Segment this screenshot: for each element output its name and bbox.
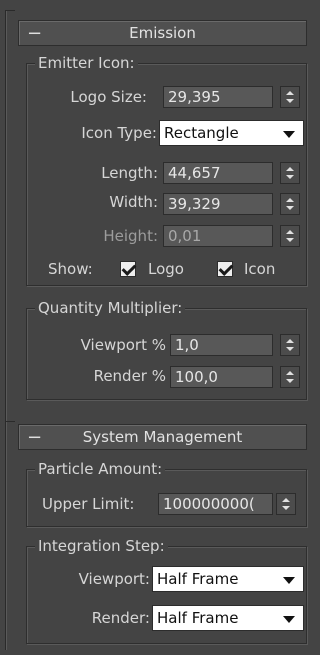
chevron-down-icon [283, 616, 295, 623]
group-legend: Particle Amount: [35, 460, 166, 478]
spin-down-icon [286, 379, 294, 383]
viewport-percent-field[interactable]: 1,0 [170, 334, 273, 356]
spin-down-icon [286, 99, 294, 103]
height-label: Height: [103, 227, 158, 245]
logo-size-field[interactable]: 29,395 [163, 86, 273, 108]
viewport-percent-spinner[interactable] [280, 334, 300, 356]
upper-limit-label: Upper Limit: [42, 495, 135, 513]
render-percent-field[interactable]: 100,0 [170, 366, 273, 388]
dropdown-value: Rectangle [164, 124, 239, 142]
height-spinner[interactable] [280, 225, 300, 247]
spin-up-icon [286, 230, 294, 234]
spin-up-icon [286, 339, 294, 343]
chevron-down-icon [283, 131, 295, 138]
dropdown-value: Half Frame [157, 570, 239, 588]
panel-notch [5, 421, 15, 422]
height-field[interactable]: 0,01 [163, 225, 273, 247]
spin-up-icon [282, 498, 290, 502]
group-legend: Emitter Icon: [35, 54, 138, 72]
group-legend: Integration Step: [35, 537, 168, 555]
length-field[interactable]: 44,657 [163, 162, 273, 184]
show-logo-label: Logo [148, 260, 184, 278]
spin-up-icon [286, 91, 294, 95]
group-legend: Quantity Multiplier: [35, 299, 186, 317]
upper-limit-spinner[interactable] [276, 493, 296, 515]
chevron-down-icon [283, 577, 295, 584]
viewport-step-dropdown[interactable]: Half Frame [152, 566, 304, 592]
spin-up-icon [286, 198, 294, 202]
render-label: Render: [91, 609, 150, 627]
length-spinner[interactable] [280, 162, 300, 184]
emission-rollout-header[interactable]: − Emission [18, 20, 307, 46]
length-label: Length: [101, 164, 158, 182]
logo-size-label: Logo Size: [70, 88, 147, 106]
upper-limit-field[interactable]: 100000000( [158, 493, 273, 515]
icon-type-dropdown[interactable]: Rectangle [159, 120, 304, 146]
width-label: Width: [109, 193, 158, 211]
show-icon-checkbox[interactable] [217, 261, 234, 277]
spin-down-icon [282, 506, 290, 510]
render-percent-spinner[interactable] [280, 366, 300, 388]
spin-down-icon [286, 206, 294, 210]
show-logo-checkbox[interactable] [120, 261, 137, 277]
icon-type-label: Icon Type: [81, 124, 157, 142]
checkmark-icon [121, 261, 137, 276]
spin-down-icon [286, 347, 294, 351]
checkmark-icon [218, 261, 234, 276]
panel-notch [5, 10, 15, 11]
dropdown-value: Half Frame [157, 609, 239, 627]
rollout-title: Emission [129, 24, 196, 42]
spin-down-icon [286, 238, 294, 242]
viewport-label: Viewport: [78, 570, 150, 588]
show-icon-label: Icon [244, 260, 276, 278]
spin-up-icon [286, 167, 294, 171]
width-field[interactable]: 39,329 [163, 193, 273, 215]
rollout-title: System Management [82, 428, 243, 446]
show-label: Show: [48, 260, 93, 278]
spin-up-icon [286, 371, 294, 375]
system-management-rollout-header[interactable]: − System Management [18, 424, 307, 450]
render-percent-label: Render % [93, 367, 166, 385]
render-step-dropdown[interactable]: Half Frame [152, 605, 304, 631]
spin-down-icon [286, 175, 294, 179]
width-spinner[interactable] [280, 193, 300, 215]
logo-size-spinner[interactable] [280, 86, 300, 108]
panel-left-highlight [6, 10, 7, 650]
viewport-percent-label: Viewport % [80, 336, 166, 354]
